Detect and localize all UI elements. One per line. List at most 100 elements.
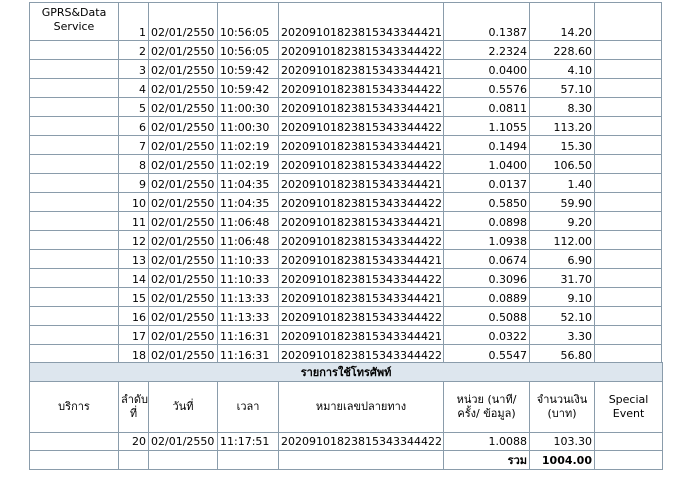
amount-cell: 56.80 <box>529 344 595 364</box>
header-special-event: Special Event <box>593 381 664 433</box>
special-event-cell <box>594 211 662 231</box>
date-cell: 02/01/2550 <box>148 154 218 174</box>
date-cell: 02/01/2550 <box>148 97 218 117</box>
table-row: 9 02/01/2550 11:04:35 202091018238153433444… <box>29 173 662 193</box>
units-cell: 0.5088 <box>443 306 530 326</box>
special-event-cell <box>594 192 662 212</box>
table-row: 13 02/01/2550 11:10:33 20209101823815343344… <box>29 249 662 269</box>
seq-cell: 17 <box>118 325 149 345</box>
total-value: 1004.00 <box>529 450 595 470</box>
seq-cell: 14 <box>118 268 149 288</box>
table-row: 3 02/01/2550 10:59:42 202091018238153433444… <box>29 59 662 79</box>
destination-cell: 20209101823815343344422 <box>278 154 444 174</box>
amount-cell: 9.20 <box>529 211 595 231</box>
table-row: 16 02/01/2550 11:13:33 20209101823815343344… <box>29 306 662 326</box>
seq-cell: 11 <box>118 211 149 231</box>
empty-cell <box>217 450 279 470</box>
destination-cell: 20209101823815343344422 <box>278 306 444 326</box>
seq-cell: 5 <box>118 97 149 117</box>
amount-cell: 3.30 <box>529 325 595 345</box>
empty-cell <box>278 450 444 470</box>
usage-table: GPRS&Data Service 1 02/01/2550 10:56:05 2020… <box>29 2 662 383</box>
time-cell: 11:10:33 <box>217 268 279 288</box>
date-cell: 02/01/2550 <box>148 344 218 364</box>
amount-cell: 8.30 <box>529 97 595 117</box>
seq-cell: 18 <box>118 344 149 364</box>
date-cell: 02/01/2550 <box>148 192 218 212</box>
amount-cell: 14.20 <box>529 2 595 41</box>
date-cell: 02/01/2550 <box>148 173 218 193</box>
usage-table-body: GPRS&Data Service 1 02/01/2550 10:56:05 2020… <box>29 2 662 383</box>
header-date: วันที่ <box>148 381 218 433</box>
time-cell: 10:59:42 <box>217 59 279 79</box>
time-cell: 11:02:19 <box>217 154 279 174</box>
amount-cell: 106.50 <box>529 154 595 174</box>
units-cell: 0.0889 <box>443 287 530 307</box>
table-row: 2 02/01/2550 10:56:05 202091018238153433444… <box>29 40 662 60</box>
special-event-cell <box>594 325 662 345</box>
table-row: 6 02/01/2550 11:00:30 202091018238153433444… <box>29 116 662 136</box>
special-event-cell <box>593 432 664 451</box>
amount-cell: 4.10 <box>529 59 595 79</box>
table-row: 8 02/01/2550 11:02:19 202091018238153433444… <box>29 154 662 174</box>
date-cell: 02/01/2550 <box>148 116 218 136</box>
amount-cell: 59.90 <box>529 192 595 212</box>
destination-cell: 20209101823815343344421 <box>278 2 444 41</box>
date-cell: 02/01/2550 <box>148 230 218 250</box>
service-cell <box>29 287 119 307</box>
units-cell: 0.0322 <box>443 325 530 345</box>
service-cell <box>29 97 119 117</box>
table-row: GPRS&Data Service 1 02/01/2550 10:56:05 2020… <box>29 2 662 41</box>
amount-cell: 52.10 <box>529 306 595 326</box>
amount-cell: 103.30 <box>529 432 595 451</box>
service-cell <box>29 40 119 60</box>
time-cell: 11:10:33 <box>217 249 279 269</box>
date-cell: 02/01/2550 <box>148 78 218 98</box>
seq-cell: 13 <box>118 249 149 269</box>
amount-cell: 112.00 <box>529 230 595 250</box>
destination-cell: 20209101823815343344421 <box>278 325 444 345</box>
units-cell: 1.1055 <box>443 116 530 136</box>
date-cell: 02/01/2550 <box>148 40 218 60</box>
seq-cell: 9 <box>118 173 149 193</box>
units-cell: 0.3096 <box>443 268 530 288</box>
time-cell: 10:56:05 <box>217 40 279 60</box>
amount-cell: 228.60 <box>529 40 595 60</box>
amount-cell: 1.40 <box>529 173 595 193</box>
destination-cell: 20209101823815343344421 <box>278 287 444 307</box>
service-cell <box>29 230 119 250</box>
units-cell: 0.0137 <box>443 173 530 193</box>
units-cell: 0.0674 <box>443 249 530 269</box>
special-event-cell <box>594 59 662 79</box>
service-cell <box>29 249 119 269</box>
units-cell: 0.5547 <box>443 344 530 364</box>
units-cell: 0.0811 <box>443 97 530 117</box>
destination-cell: 20209101823815343344421 <box>278 173 444 193</box>
total-label: รวม <box>443 450 530 470</box>
service-cell <box>29 135 119 155</box>
time-cell: 11:00:30 <box>217 97 279 117</box>
date-cell: 02/01/2550 <box>148 432 218 451</box>
time-cell: 11:00:30 <box>217 116 279 136</box>
seq-cell: 3 <box>118 59 149 79</box>
total-row: รวม 1004.00 <box>29 450 664 470</box>
destination-cell: 20209101823815343344421 <box>278 59 444 79</box>
service-cell <box>29 59 119 79</box>
table-row: 4 02/01/2550 10:59:42 202091018238153433444… <box>29 78 662 98</box>
header-seq: ลำดับ ที่ <box>118 381 149 433</box>
service-cell <box>29 192 119 212</box>
seq-cell: 12 <box>118 230 149 250</box>
seq-cell: 6 <box>118 116 149 136</box>
table-row: 5 02/01/2550 11:00:30 202091018238153433444… <box>29 97 662 117</box>
special-event-cell <box>594 116 662 136</box>
service-cell <box>29 173 119 193</box>
amount-cell: 57.10 <box>529 78 595 98</box>
date-cell: 02/01/2550 <box>148 306 218 326</box>
header-destination: หมายเลขปลายทาง <box>278 381 444 433</box>
units-cell: 0.1387 <box>443 2 530 41</box>
special-event-cell <box>594 249 662 269</box>
seq-cell: 4 <box>118 78 149 98</box>
service-cell <box>29 344 119 364</box>
seq-cell: 16 <box>118 306 149 326</box>
destination-cell: 20209101823815343344421 <box>278 249 444 269</box>
